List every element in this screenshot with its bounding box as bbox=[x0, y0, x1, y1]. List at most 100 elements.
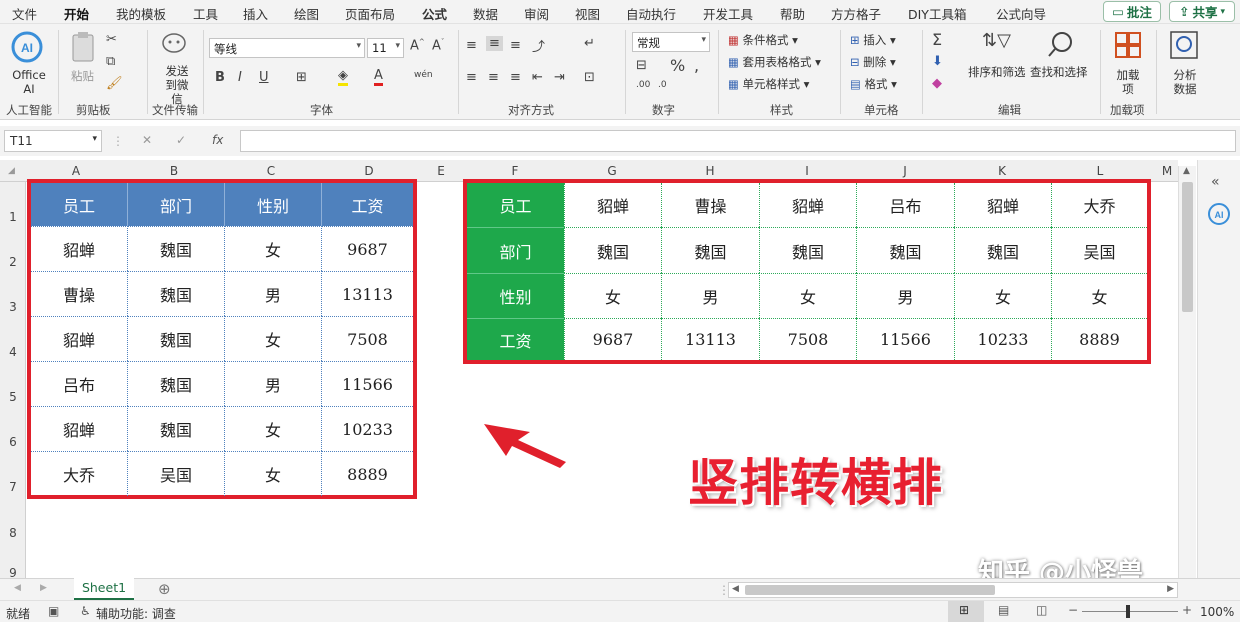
cell-style-button[interactable]: ▦ 单元格样式 ▾ bbox=[728, 76, 809, 92]
comma-icon[interactable]: , bbox=[694, 56, 699, 75]
horizontal-table-cell[interactable]: 女 bbox=[759, 273, 856, 318]
row-header-4[interactable]: 4 bbox=[0, 345, 26, 359]
column-header-b[interactable]: B bbox=[164, 164, 184, 182]
border-icon[interactable]: ⊞ bbox=[296, 70, 307, 85]
vertical-scrollbar[interactable]: ▲ bbox=[1178, 166, 1196, 578]
zoom-in-icon[interactable]: + bbox=[1182, 603, 1192, 617]
column-header-g[interactable]: G bbox=[602, 164, 622, 182]
accessibility-status[interactable]: 辅助功能: 调查 bbox=[96, 605, 176, 622]
horizontal-table-cell[interactable]: 貂蝉 bbox=[759, 183, 856, 227]
horizontal-table-cell[interactable]: 男 bbox=[856, 273, 954, 318]
horizontal-table-cell[interactable]: 吕布 bbox=[856, 183, 954, 227]
vertical-table-cell[interactable]: 11566 bbox=[322, 361, 413, 406]
vertical-table-header[interactable]: 部门 bbox=[128, 183, 225, 226]
menu-review[interactable]: 审阅 bbox=[524, 4, 549, 23]
vertical-table-header[interactable]: 员工 bbox=[31, 183, 128, 226]
number-format-combo[interactable]: 常规 ▾ bbox=[632, 32, 710, 52]
clear-icon[interactable]: ◆ bbox=[932, 76, 942, 91]
menu-help[interactable]: 帮助 bbox=[780, 4, 805, 23]
horizontal-table-cell[interactable]: 7508 bbox=[759, 318, 856, 360]
column-header-d[interactable]: D bbox=[359, 164, 379, 182]
collapse-pane-icon[interactable]: « bbox=[1211, 174, 1220, 190]
table-format-button[interactable]: ▦ 套用表格格式 ▾ bbox=[728, 54, 821, 70]
paste-button[interactable]: 粘贴 bbox=[68, 30, 100, 96]
horizontal-table-cell[interactable]: 魏国 bbox=[759, 227, 856, 273]
vertical-table-cell[interactable]: 女 bbox=[225, 451, 322, 496]
menu-formula-wizard[interactable]: 公式向导 bbox=[996, 4, 1046, 23]
row-header-6[interactable]: 6 bbox=[0, 435, 26, 449]
delete-cells-button[interactable]: ⊟ 删除 ▾ bbox=[850, 54, 896, 70]
scroll-up-icon[interactable]: ▲ bbox=[1183, 166, 1190, 176]
bold-icon[interactable]: B bbox=[215, 70, 225, 85]
italic-icon[interactable]: I bbox=[238, 70, 242, 85]
vertical-table-cell[interactable]: 女 bbox=[225, 316, 322, 361]
analyze-data-button[interactable]: 分析数据 bbox=[1164, 30, 1204, 100]
column-header-j[interactable]: J bbox=[895, 164, 915, 182]
vertical-table-cell[interactable]: 大乔 bbox=[31, 451, 128, 496]
horizontal-table-cell[interactable]: 女 bbox=[1051, 273, 1147, 318]
horizontal-table-cell[interactable]: 魏国 bbox=[661, 227, 759, 273]
vertical-table-cell[interactable]: 吕布 bbox=[31, 361, 128, 406]
menu-diy-toolbox[interactable]: DIY工具箱 bbox=[908, 4, 966, 23]
accessibility-icon[interactable]: ♿ bbox=[80, 604, 91, 618]
align-right-icon[interactable]: ≡ bbox=[510, 70, 521, 85]
enter-icon[interactable]: ✓ bbox=[176, 133, 186, 147]
horizontal-table-cell[interactable]: 13113 bbox=[661, 318, 759, 360]
menu-developer[interactable]: 开发工具 bbox=[703, 4, 753, 23]
ai-icon[interactable]: AI bbox=[1207, 202, 1231, 226]
scroll-thumb[interactable] bbox=[1182, 182, 1193, 312]
share-button[interactable]: ⇪ 共享 ▾ bbox=[1169, 1, 1235, 22]
macro-record-icon[interactable]: ▣ bbox=[48, 604, 59, 618]
vertical-table-cell[interactable]: 魏国 bbox=[128, 361, 225, 406]
row-header-5[interactable]: 5 bbox=[0, 390, 26, 404]
zoom-slider-thumb[interactable] bbox=[1126, 605, 1130, 618]
menu-data[interactable]: 数据 bbox=[473, 4, 498, 23]
find-select-button[interactable]: 查找和选择 bbox=[1030, 30, 1092, 100]
menu-tools[interactable]: 工具 bbox=[193, 4, 218, 23]
font-size-combo[interactable]: 11 ▾ bbox=[367, 38, 404, 58]
cut-icon[interactable]: ✂ bbox=[106, 32, 117, 47]
orientation-icon[interactable]: ⤴ bbox=[532, 36, 545, 55]
horizontal-table-cell[interactable]: 9687 bbox=[564, 318, 661, 360]
menu-formulas[interactable]: 公式 bbox=[422, 4, 447, 23]
addins-button[interactable]: 加载项 bbox=[1108, 30, 1148, 100]
wrap-text-icon[interactable]: ↵ bbox=[584, 36, 595, 51]
increase-decimal-icon[interactable]: .00 bbox=[636, 80, 650, 90]
vertical-table-cell[interactable]: 吴国 bbox=[128, 451, 225, 496]
tab-prev-icon[interactable]: ◀ bbox=[14, 583, 21, 593]
scroll-left-icon[interactable]: ◀ bbox=[732, 584, 739, 594]
menu-view[interactable]: 视图 bbox=[575, 4, 600, 23]
vertical-table-cell[interactable]: 男 bbox=[225, 271, 322, 316]
horizontal-table-cell[interactable]: 女 bbox=[954, 273, 1051, 318]
menu-automate[interactable]: 自动执行 bbox=[626, 4, 676, 23]
horizontal-table-cell[interactable]: 女 bbox=[564, 273, 661, 318]
increase-indent-icon[interactable]: ⇥ bbox=[554, 70, 565, 85]
horizontal-table-header[interactable]: 工资 bbox=[467, 318, 564, 360]
vertical-table-cell[interactable]: 女 bbox=[225, 226, 322, 271]
format-cells-button[interactable]: ▤ 格式 ▾ bbox=[850, 76, 897, 92]
sort-filter-button[interactable]: ⇅▽ 排序和筛选 bbox=[968, 30, 1028, 100]
align-left-icon[interactable]: ≡ bbox=[466, 70, 477, 85]
normal-view-button[interactable]: ⊞ bbox=[948, 601, 984, 622]
vertical-table-cell[interactable]: 貂蝉 bbox=[31, 316, 128, 361]
add-sheet-icon[interactable]: ⊕ bbox=[158, 580, 171, 598]
align-bottom-icon[interactable]: ≡ bbox=[510, 38, 521, 53]
row-header-2[interactable]: 2 bbox=[0, 255, 26, 269]
vertical-table-cell[interactable]: 女 bbox=[225, 406, 322, 451]
decrease-indent-icon[interactable]: ⇤ bbox=[532, 70, 543, 85]
scroll-right-icon[interactable]: ▶ bbox=[1167, 584, 1174, 594]
vertical-table-cell[interactable]: 9687 bbox=[322, 226, 413, 271]
vertical-table-cell[interactable]: 魏国 bbox=[128, 271, 225, 316]
currency-icon[interactable]: ⊟ bbox=[636, 58, 647, 73]
sheet-tab-sheet1[interactable]: Sheet1 bbox=[74, 578, 134, 600]
decrease-decimal-icon[interactable]: .0 bbox=[658, 80, 667, 90]
vertical-table-cell[interactable]: 貂蝉 bbox=[31, 406, 128, 451]
vertical-table-cell[interactable]: 10233 bbox=[322, 406, 413, 451]
horizontal-table-cell[interactable]: 男 bbox=[661, 273, 759, 318]
font-name-combo[interactable]: 等线 ▾ bbox=[209, 38, 365, 58]
office-ai-button[interactable]: AI Office AI bbox=[8, 30, 46, 100]
insert-function-button[interactable]: fx bbox=[212, 133, 223, 147]
row-header-8[interactable]: 8 bbox=[0, 526, 26, 540]
row-header-7[interactable]: 7 bbox=[0, 480, 26, 494]
vertical-table-header[interactable]: 工资 bbox=[322, 183, 413, 226]
